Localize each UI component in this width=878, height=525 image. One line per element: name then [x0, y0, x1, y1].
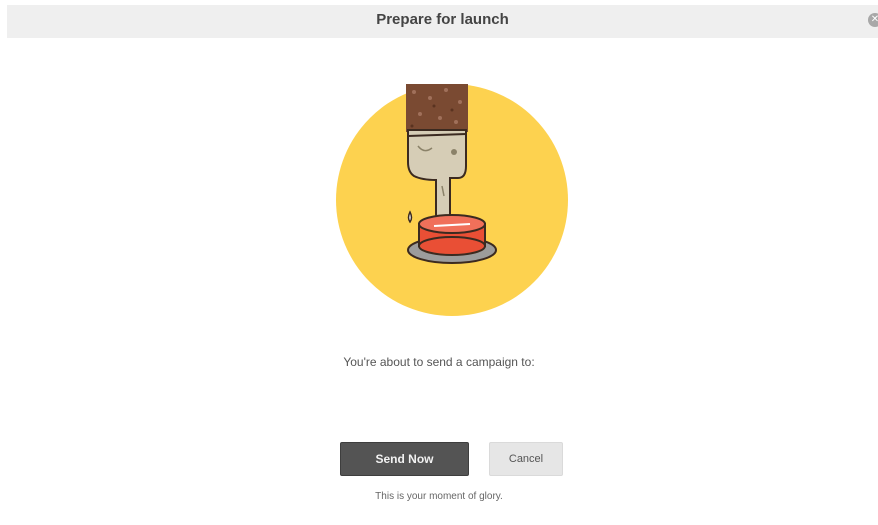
modal-title: Prepare for launch [376, 11, 509, 28]
cancel-button[interactable]: Cancel [489, 442, 563, 476]
modal-header: Prepare for launch ✕ [7, 5, 878, 38]
launch-modal: Prepare for launch ✕ You're about to sen… [0, 0, 878, 525]
footer-note: This is your moment of glory. [375, 491, 503, 502]
red-launch-button-icon [407, 214, 497, 264]
send-now-button[interactable]: Send Now [340, 442, 469, 476]
campaign-message: You're about to send a campaign to: [343, 355, 535, 369]
sweat-drop-icon [407, 210, 413, 224]
launch-illustration [336, 84, 568, 316]
close-icon[interactable]: ✕ [868, 13, 878, 27]
